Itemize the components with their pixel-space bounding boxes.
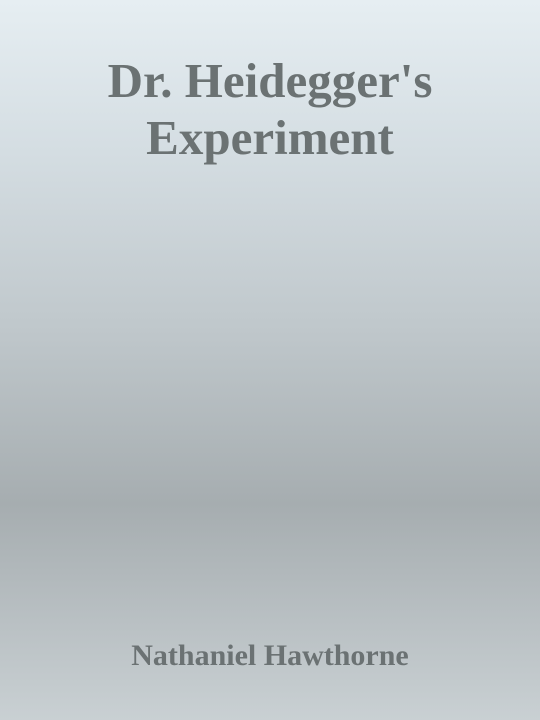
book-cover: Dr. Heidegger's Experiment Nathaniel Haw… bbox=[0, 0, 540, 720]
book-title-line-2: Experiment bbox=[146, 110, 394, 165]
book-author: Nathaniel Hawthorne bbox=[131, 639, 409, 672]
book-title-line-1: Dr. Heidegger's bbox=[107, 53, 433, 108]
book-title: Dr. Heidegger's Experiment bbox=[0, 52, 540, 166]
